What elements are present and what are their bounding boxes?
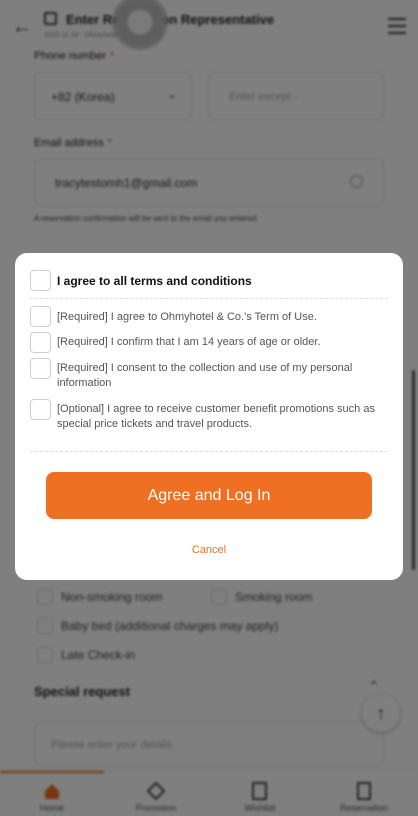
personal-info-label: [Required] I consent to the collection a… <box>57 362 353 389</box>
age-confirm-checkbox[interactable] <box>30 332 51 353</box>
divider <box>30 451 388 452</box>
age-confirm-label: [Required] I confirm that I am 14 years … <box>57 336 321 348</box>
divider <box>30 298 388 299</box>
terms-of-use-label: [Required] I agree to Ohmyhotel & Co.'s … <box>57 311 317 323</box>
terms-modal: I agree to all terms and conditions [Req… <box>15 253 403 580</box>
agree-and-login-button[interactable]: Agree and Log In <box>46 472 372 519</box>
promotions-label: [Optional] I agree to receive customer b… <box>57 403 375 430</box>
promotions-checkbox[interactable] <box>30 399 51 420</box>
agree-all-checkbox[interactable] <box>30 270 51 291</box>
agree-all-label: I agree to all terms and conditions <box>57 274 252 288</box>
cancel-button[interactable]: Cancel <box>15 544 403 556</box>
personal-info-checkbox[interactable] <box>30 358 51 379</box>
terms-of-use-checkbox[interactable] <box>30 306 51 327</box>
